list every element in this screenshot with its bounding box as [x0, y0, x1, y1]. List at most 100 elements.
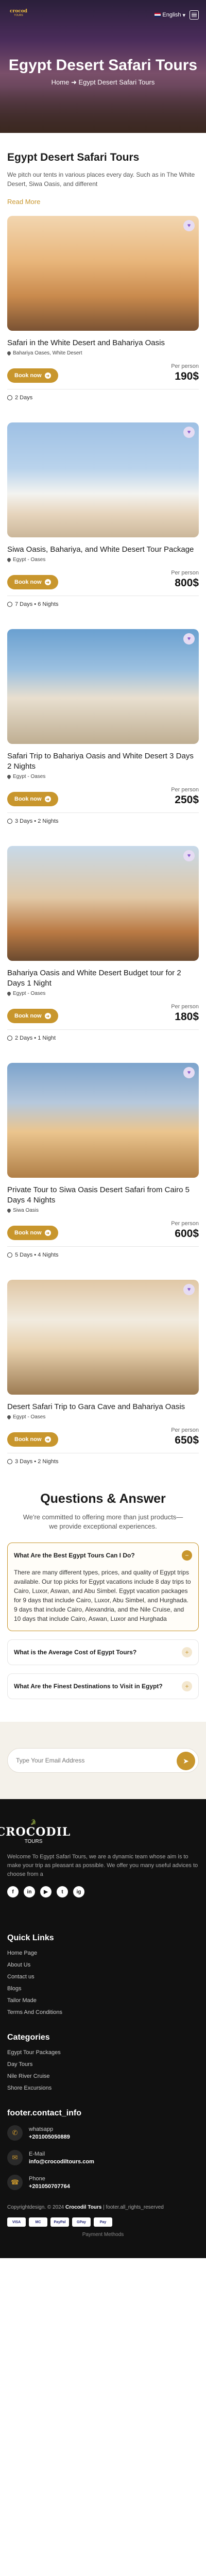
tour-card[interactable]: ♥ Siwa Oasis, Bahariya, and White Desert…: [6, 422, 199, 607]
footer-link[interactable]: Tailor Made: [7, 1997, 199, 2004]
quick-links: Quick Links Home Page About Us Contact u…: [7, 1934, 199, 2015]
site-logo[interactable]: crocod TOURS: [7, 3, 30, 23]
faq-item[interactable]: What Are the Best Egypt Tours Can I Do? …: [7, 1543, 199, 1631]
faq-list: What Are the Best Egypt Tours Can I Do? …: [0, 1531, 206, 1699]
tour-location: Egypt - Oases: [6, 557, 199, 563]
tour-duration: 2 Days • 1 Night: [7, 1035, 199, 1041]
clock-icon: [7, 1252, 12, 1258]
whatsapp-icon: ✆: [7, 2125, 23, 2141]
send-icon[interactable]: ➤: [177, 1752, 195, 1770]
faq-item[interactable]: What is the Average Cost of Egypt Tours?…: [7, 1639, 199, 1665]
faq-header[interactable]: What Are the Best Egypt Tours Can I Do? …: [14, 1550, 192, 1561]
contact-info: footer.contact_info ✆ whatsapp +201005050…: [7, 2109, 199, 2190]
heart-icon[interactable]: ♥: [183, 850, 195, 861]
tour-image[interactable]: ♥: [7, 1063, 199, 1178]
email-input[interactable]: [16, 1757, 190, 1764]
page-title: Egypt Desert Safari Tours: [8, 57, 198, 74]
book-now-button[interactable]: Book now ➜: [7, 1009, 58, 1023]
faq-item[interactable]: What Are the Finest Destinations to Visi…: [7, 1673, 199, 1699]
tour-location: Egypt - Oases: [6, 774, 199, 779]
footer-link[interactable]: Contact us: [7, 1974, 199, 1980]
breadcrumb[interactable]: Home ➜ Egypt Desert Safari Tours: [0, 78, 206, 87]
intro-section: Egypt Desert Safari Tours We pitch our t…: [0, 133, 206, 206]
plus-icon[interactable]: +: [182, 1647, 192, 1657]
tour-title[interactable]: Safari in the White Desert and Bahariya …: [7, 338, 199, 348]
footer-link[interactable]: Egypt Tour Packages: [7, 2049, 199, 2056]
heart-icon[interactable]: ♥: [183, 1284, 195, 1295]
contact-whatsapp[interactable]: ✆ whatsapp +201005050889: [7, 2125, 199, 2141]
heart-icon[interactable]: ♥: [183, 220, 195, 231]
intro-text: We pitch our tents in various places eve…: [7, 171, 195, 188]
payment-icons: VISA MC PayPal GPay Pay: [7, 2217, 199, 2227]
tour-price: Per person 180$: [171, 1004, 199, 1023]
book-now-button[interactable]: Book now ➜: [7, 368, 58, 383]
read-more-link[interactable]: Read More: [7, 198, 199, 206]
tour-title[interactable]: Bahariya Oasis and White Desert Budget t…: [7, 968, 199, 989]
language-selector[interactable]: English ▾: [154, 12, 185, 19]
facebook-icon[interactable]: f: [7, 1886, 19, 1897]
arrow-right-icon: ➜: [44, 1436, 51, 1443]
faq-question[interactable]: What Are the Best Egypt Tours Can I Do?: [14, 1551, 135, 1560]
tour-title[interactable]: Siwa Oasis, Bahariya, and White Desert T…: [7, 545, 199, 555]
footer-link[interactable]: Blogs: [7, 1986, 199, 1992]
instagram-icon[interactable]: ig: [73, 1886, 84, 1897]
tour-image[interactable]: ♥: [7, 846, 199, 961]
linkedin-icon[interactable]: in: [24, 1886, 35, 1897]
tour-duration: 7 Days • 6 Nights: [7, 601, 199, 607]
crocodile-logo-icon: 🐊: [30, 1820, 37, 1825]
tour-duration: 5 Days • 4 Nights: [7, 1252, 199, 1258]
plus-icon[interactable]: +: [182, 1681, 192, 1691]
minus-icon[interactable]: −: [182, 1550, 192, 1561]
tour-location: Egypt - Oases: [6, 1414, 199, 1420]
qa-subtitle: We're committed to offering more than ju…: [23, 1513, 183, 1530]
footer-link[interactable]: Day Tours: [7, 2061, 199, 2067]
faq-question[interactable]: What is the Average Cost of Egypt Tours?: [14, 1648, 136, 1657]
footer-link[interactable]: About Us: [7, 1962, 199, 1968]
newsletter-form: ➤: [7, 1748, 199, 1773]
tour-card-row: Book now ➜ Per person 650$: [7, 1427, 199, 1447]
tour-card-row: Book now ➜ Per person 180$: [7, 1004, 199, 1023]
chevron-down-icon: ▾: [182, 12, 185, 19]
contact-email[interactable]: ✉ E-Mail info@crocodiltours.com: [7, 2150, 199, 2165]
faq-question[interactable]: What Are the Finest Destinations to Visi…: [14, 1682, 163, 1691]
tour-image[interactable]: ♥: [7, 216, 199, 331]
contact-heading: footer.contact_info: [7, 2109, 82, 2117]
menu-icon[interactable]: [190, 10, 199, 20]
faq-header[interactable]: What is the Average Cost of Egypt Tours?…: [14, 1647, 192, 1657]
footer-link[interactable]: Shore Excursions: [7, 2085, 199, 2091]
tour-card[interactable]: ♥ Private Tour to Siwa Oasis Desert Safa…: [6, 1063, 199, 1258]
twitter-icon[interactable]: t: [57, 1886, 68, 1897]
tour-image[interactable]: ♥: [7, 629, 199, 744]
book-now-button[interactable]: Book now ➜: [7, 792, 58, 806]
faq-header[interactable]: What Are the Finest Destinations to Visi…: [14, 1681, 192, 1691]
footer-link[interactable]: Terms And Conditions: [7, 2009, 199, 2015]
contact-phone[interactable]: ☎ Phone +201050707764: [7, 2175, 199, 2190]
location-pin-icon: [6, 1414, 12, 1420]
tour-title[interactable]: Safari Trip to Bahariya Oasis and White …: [7, 751, 199, 772]
price-value: 800$: [175, 577, 199, 589]
footer-logo-sub: TOURS: [24, 1839, 43, 1844]
location-pin-icon: [6, 774, 12, 779]
tour-image[interactable]: ♥: [7, 422, 199, 537]
tour-title[interactable]: Private Tour to Siwa Oasis Desert Safari…: [7, 1185, 199, 1206]
tour-card[interactable]: ♥ Bahariya Oasis and White Desert Budget…: [6, 846, 199, 1041]
tour-card[interactable]: ♥ Safari Trip to Bahariya Oasis and Whit…: [6, 629, 199, 824]
book-now-button[interactable]: Book now ➜: [7, 1432, 58, 1447]
heart-icon[interactable]: ♥: [183, 1067, 195, 1078]
heart-icon[interactable]: ♥: [183, 427, 195, 438]
footer-logo[interactable]: 🐊 CROCODIL TOURS: [0, 1820, 70, 1844]
tour-title[interactable]: Desert Safari Trip to Gara Cave and Baha…: [7, 1402, 199, 1412]
heart-icon[interactable]: ♥: [183, 633, 195, 645]
tour-card[interactable]: ♥ Desert Safari Trip to Gara Cave and Ba…: [6, 1280, 199, 1465]
book-now-button[interactable]: Book now ➜: [7, 575, 58, 589]
book-now-button[interactable]: Book now ➜: [7, 1226, 58, 1240]
footer-link[interactable]: Nile River Cruise: [7, 2073, 199, 2079]
tour-price: Per person 190$: [171, 363, 199, 382]
tour-card[interactable]: ♥ Safari in the White Desert and Bahariy…: [6, 216, 199, 401]
tour-image[interactable]: ♥: [7, 1280, 199, 1395]
tour-price: Per person 800$: [171, 570, 199, 589]
footer-link[interactable]: Home Page: [7, 1950, 199, 1956]
tour-card-row: Book now ➜ Per person 250$: [7, 787, 199, 806]
tour-duration: 3 Days • 2 Nights: [7, 818, 199, 824]
youtube-icon[interactable]: ▶: [40, 1886, 52, 1897]
